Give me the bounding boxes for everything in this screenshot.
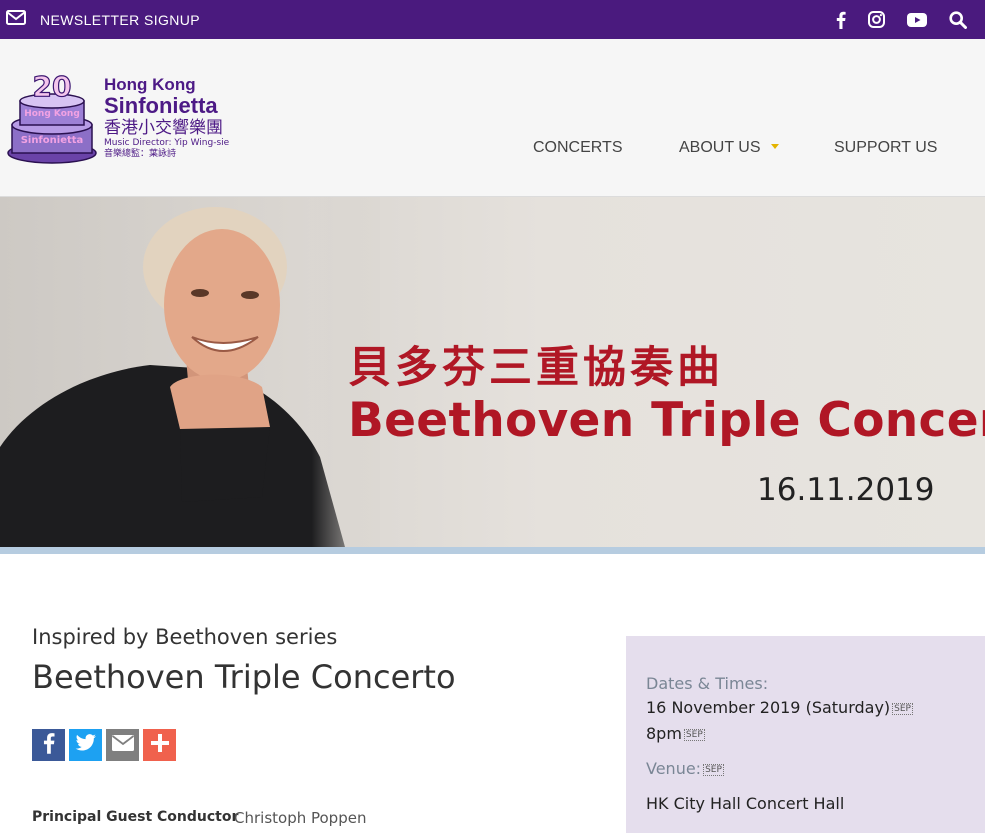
site-logo[interactable]: Hong Kong Sinfonietta 20 Hong Kong Sinfo… bbox=[6, 69, 256, 169]
logo-director-zh: 音樂總監：葉詠詩 bbox=[104, 149, 177, 159]
plus-icon bbox=[150, 734, 169, 756]
hero-date: 16.11.2019 bbox=[757, 472, 935, 508]
mail-icon bbox=[6, 10, 26, 29]
credit-role: Principal Guest Conductor bbox=[32, 809, 239, 825]
venue-label: Venue: bbox=[646, 759, 702, 778]
page-title: Beethoven Triple Concerto bbox=[32, 658, 456, 696]
share-buttons bbox=[32, 729, 176, 761]
separator-glyph: SEP bbox=[683, 729, 705, 741]
anniversary-number: 20 bbox=[33, 70, 72, 103]
hero-title-zh: 貝多芬三重協奏曲 bbox=[348, 343, 724, 393]
event-time-text: 8pm bbox=[646, 724, 682, 743]
newsletter-label: NEWSLETTER SIGNUP bbox=[40, 11, 201, 28]
venue-value: HK City Hall Concert Hall bbox=[646, 794, 845, 813]
cake-text-line1: Hong Kong bbox=[24, 109, 80, 119]
newsletter-signup-link[interactable]: NEWSLETTER SIGNUP bbox=[6, 0, 200, 39]
twitter-share-button[interactable] bbox=[69, 729, 102, 761]
email-icon bbox=[111, 735, 134, 755]
nav-about-us[interactable]: ABOUT US bbox=[679, 139, 779, 157]
logo-name-en-line2: Sinfonietta bbox=[104, 93, 218, 118]
logo-director-en: Music Director: Yip Wing-sie bbox=[104, 138, 230, 148]
venue-label-row: Venue: SEP bbox=[646, 759, 724, 778]
hero-divider bbox=[0, 547, 985, 554]
caret-down-icon bbox=[770, 144, 779, 149]
nav-concerts[interactable]: CONCERTS bbox=[533, 139, 623, 157]
anniversary-cake-logo: Hong Kong Sinfonietta 20 bbox=[7, 69, 97, 164]
series-name: Inspired by Beethoven series bbox=[32, 625, 338, 649]
event-date: 16 November 2019 (Saturday) SEP bbox=[646, 698, 913, 717]
youtube-icon[interactable] bbox=[907, 12, 927, 27]
social-links bbox=[836, 0, 967, 39]
more-share-button[interactable] bbox=[143, 729, 176, 761]
separator-glyph: SEP bbox=[892, 703, 913, 715]
facebook-share-button[interactable] bbox=[32, 729, 65, 761]
event-date-text: 16 November 2019 (Saturday) bbox=[646, 698, 891, 717]
hero-banner: 貝多芬三重協奏曲 Beethoven Triple Concerto 16.11… bbox=[0, 197, 985, 547]
facebook-icon bbox=[43, 732, 55, 758]
logo-wordmark: Hong Kong Sinfonietta 香港小交響樂團 Music Dire… bbox=[104, 76, 229, 160]
separator-glyph: SEP bbox=[703, 764, 724, 776]
conductor-portrait-image bbox=[0, 197, 380, 547]
credit-name: Christoph Poppen bbox=[234, 809, 367, 827]
hero-title-en: Beethoven Triple Concerto bbox=[348, 393, 985, 448]
search-icon[interactable] bbox=[949, 10, 967, 29]
cake-text-line2: Sinfonietta bbox=[21, 135, 84, 146]
site-header: Hong Kong Sinfonietta 20 Hong Kong Sinfo… bbox=[0, 39, 985, 197]
email-share-button[interactable] bbox=[106, 729, 139, 761]
nav-support-us[interactable]: SUPPORT US bbox=[834, 139, 937, 157]
twitter-icon bbox=[75, 734, 97, 756]
nav-about-label: ABOUT US bbox=[679, 139, 761, 156]
dates-times-label: Dates & Times: bbox=[646, 674, 769, 693]
logo-name-en-line1: Hong Kong bbox=[104, 75, 196, 94]
instagram-icon[interactable] bbox=[868, 11, 885, 28]
event-time: 8pm SEP bbox=[646, 724, 705, 743]
event-info-box: Dates & Times: 16 November 2019 (Saturda… bbox=[626, 636, 985, 833]
top-bar: NEWSLETTER SIGNUP bbox=[0, 0, 985, 39]
nav-concerts-label: CONCERTS bbox=[533, 139, 623, 156]
nav-support-label: SUPPORT US bbox=[834, 139, 938, 156]
facebook-icon[interactable] bbox=[836, 11, 846, 29]
logo-name-zh: 香港小交響樂團 bbox=[104, 118, 223, 138]
